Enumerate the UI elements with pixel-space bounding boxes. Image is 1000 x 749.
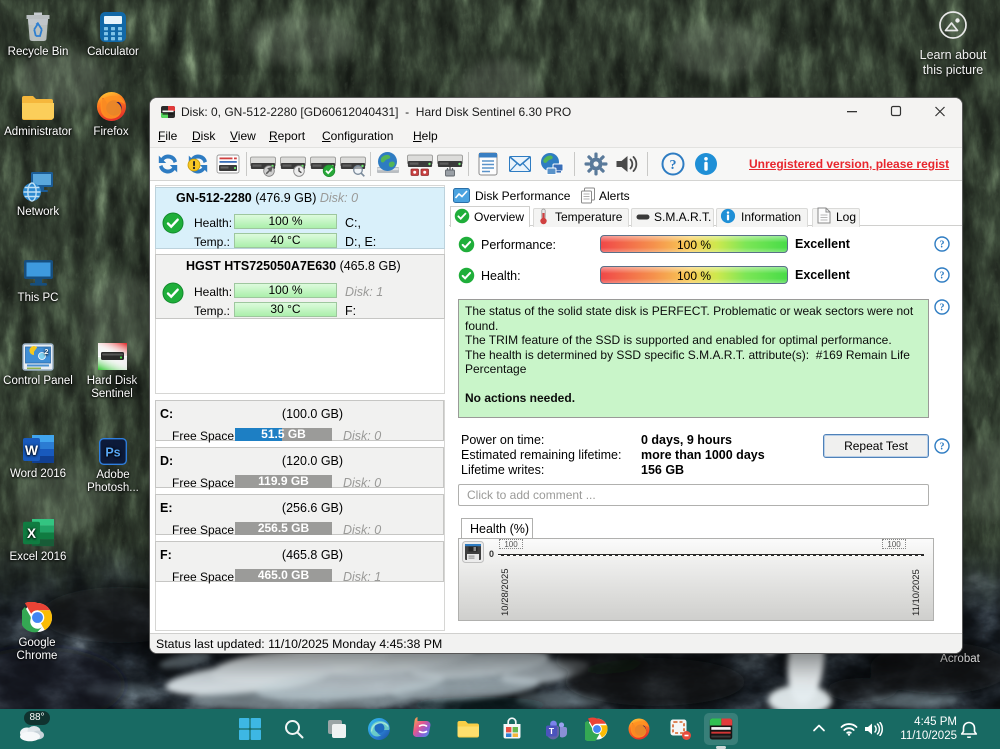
svg-text:?: ? bbox=[940, 271, 945, 282]
svg-text:?: ? bbox=[940, 442, 945, 453]
svg-text:2: 2 bbox=[45, 349, 49, 356]
svg-text:?: ? bbox=[940, 303, 945, 314]
svg-text:Ps: Ps bbox=[105, 446, 120, 460]
svg-text:?: ? bbox=[940, 240, 945, 251]
svg-text:?: ? bbox=[670, 158, 677, 173]
svg-text:W: W bbox=[24, 442, 38, 458]
svg-text:T: T bbox=[549, 726, 555, 736]
svg-text:X: X bbox=[26, 526, 35, 541]
